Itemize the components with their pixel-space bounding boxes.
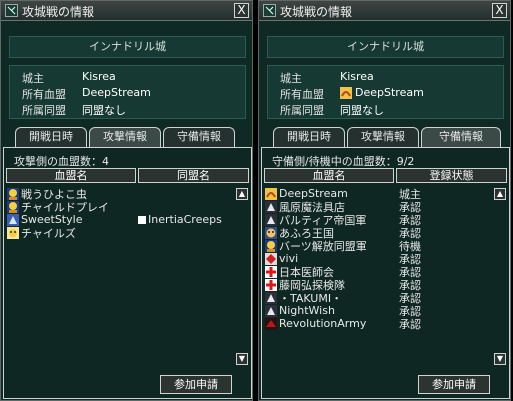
face-crest-icon	[265, 226, 277, 239]
pledge-name: RevolutionArmy	[279, 317, 367, 330]
alliance-crest-icon	[138, 215, 146, 224]
tab-schedule[interactable]: 開戦日時	[273, 127, 345, 147]
alliance-label: 所属同盟	[280, 104, 324, 117]
scroll-down-button[interactable]: ▼	[236, 353, 248, 365]
attack-tab-panel: 攻撃側の血盟数：4 血盟名 同盟名 戦うひよこ虫 チャイルドプレイ SweetS…	[3, 147, 252, 399]
scroll-down-button[interactable]: ▼	[494, 353, 506, 365]
list-item[interactable]: バーツ解放同盟軍 待機	[265, 239, 421, 253]
blue-crest-icon	[7, 213, 19, 226]
list-item[interactable]: ・TAKUMI・ 承認	[265, 291, 421, 305]
registration-status: 承認	[399, 317, 421, 331]
siege-info-window-left: 攻城戦の情報 X インナドリル城 城主 Kisrea 所有血盟 DeepStre…	[0, 0, 253, 401]
alliance-name: InertiaCreeps	[148, 213, 222, 226]
white-crest-icon	[265, 304, 277, 317]
close-button[interactable]: X	[234, 3, 249, 18]
castle-info-panel: 城主 Kisrea 所有血盟 DeepStream 所属同盟 同盟なし	[9, 65, 246, 119]
window-title: 攻城戦の情報	[22, 5, 95, 19]
lord-label: 城主	[280, 72, 302, 85]
pledge-label: 所有血盟	[22, 88, 66, 101]
pledge-name: NightWish	[279, 304, 335, 317]
column-header-pledge[interactable]: 血盟名	[6, 168, 136, 183]
scroll-up-button[interactable]: ▲	[236, 188, 248, 200]
scroll-up-button[interactable]: ▲	[494, 188, 506, 200]
close-button[interactable]: X	[492, 3, 507, 18]
alliance-label: 所属同盟	[22, 104, 66, 117]
castle-info-panel: 城主 Kisrea 所有血盟 DeepStream 所属同盟 同盟なし	[267, 65, 504, 119]
column-header-alliance[interactable]: 同盟名	[138, 168, 249, 183]
tab-bar: 開戦日時 攻撃情報 守備情報	[267, 127, 504, 147]
defender-count: 守備側/待機中の血盟数：9/2	[272, 155, 415, 168]
dark-red-crest-icon	[265, 317, 277, 330]
lord-value: Kisrea	[340, 70, 374, 83]
yellow-crest-icon	[7, 226, 19, 239]
yellow-crest-icon	[7, 187, 19, 200]
redcross-crest-icon	[265, 265, 277, 278]
pledge-value: DeepStream	[340, 86, 424, 99]
alliance-value: 同盟なし	[340, 104, 384, 117]
window-title: 攻城戦の情報	[280, 5, 353, 19]
castle-name: インナドリル城	[347, 40, 424, 53]
white-crest-icon	[265, 291, 277, 304]
tab-schedule[interactable]: 開戦日時	[15, 127, 87, 147]
orange-crest-icon	[265, 187, 277, 200]
lord-value: Kisrea	[82, 70, 116, 83]
tab-attack[interactable]: 攻撃情報	[347, 127, 419, 147]
alliance-cell: InertiaCreeps	[138, 213, 222, 226]
join-request-button[interactable]: 参加申請	[418, 375, 490, 394]
attacker-count: 攻撃側の血盟数：4	[14, 155, 109, 168]
list-item[interactable]: NightWish 承認	[265, 304, 421, 318]
alliance-value: 同盟なし	[82, 104, 126, 117]
tab-attack[interactable]: 攻撃情報	[89, 127, 161, 147]
castle-name-panel: インナドリル城	[267, 36, 504, 58]
tab-defense[interactable]: 守備情報	[421, 127, 501, 147]
orange-crest-icon	[340, 86, 352, 99]
white-crest-icon	[265, 213, 277, 226]
column-header-pledge[interactable]: 血盟名	[264, 168, 394, 183]
white-crest-icon	[265, 200, 277, 213]
lord-label: 城主	[22, 72, 44, 85]
title-bar[interactable]: 攻城戦の情報 X	[259, 1, 510, 21]
pledge-value: DeepStream	[82, 86, 151, 99]
castle-name: インナドリル城	[89, 40, 166, 53]
column-header-status[interactable]: 登録状態	[396, 168, 507, 183]
yellow-crest-icon	[265, 239, 277, 252]
list-item[interactable]: RevolutionArmy 承認	[265, 317, 421, 331]
defender-list: DeepStream 城主 風原魔法具店 承認 パルティア帝国軍 承認 あふろ王…	[263, 185, 494, 370]
siege-info-window-right: 攻城戦の情報 X インナドリル城 城主 Kisrea 所有血盟 DeepStre…	[258, 0, 511, 401]
red-crest-icon	[265, 252, 277, 265]
window-menu-icon[interactable]	[263, 4, 276, 17]
tab-defense[interactable]: 守備情報	[163, 127, 235, 147]
redcross-crest-icon	[265, 278, 277, 291]
list-item[interactable]: チャイルドプレイ	[7, 200, 109, 214]
castle-name-panel: インナドリル城	[9, 36, 246, 58]
defense-tab-panel: 守備側/待機中の血盟数：9/2 血盟名 登録状態 DeepStream 城主 風…	[261, 147, 510, 399]
pledge-label: 所有血盟	[280, 88, 324, 101]
yellow-crest-icon	[7, 200, 19, 213]
pledge-name: チャイルズ	[21, 226, 76, 240]
attacker-list: 戦うひよこ虫 チャイルドプレイ SweetStyle InertiaCreeps…	[5, 185, 236, 370]
join-request-button[interactable]: 参加申請	[160, 375, 232, 394]
window-menu-icon[interactable]	[5, 4, 18, 17]
pledge-value-text: DeepStream	[355, 86, 424, 99]
list-item[interactable]: チャイルズ	[7, 226, 76, 240]
title-bar[interactable]: 攻城戦の情報 X	[1, 1, 252, 21]
tab-bar: 開戦日時 攻撃情報 守備情報	[9, 127, 246, 147]
